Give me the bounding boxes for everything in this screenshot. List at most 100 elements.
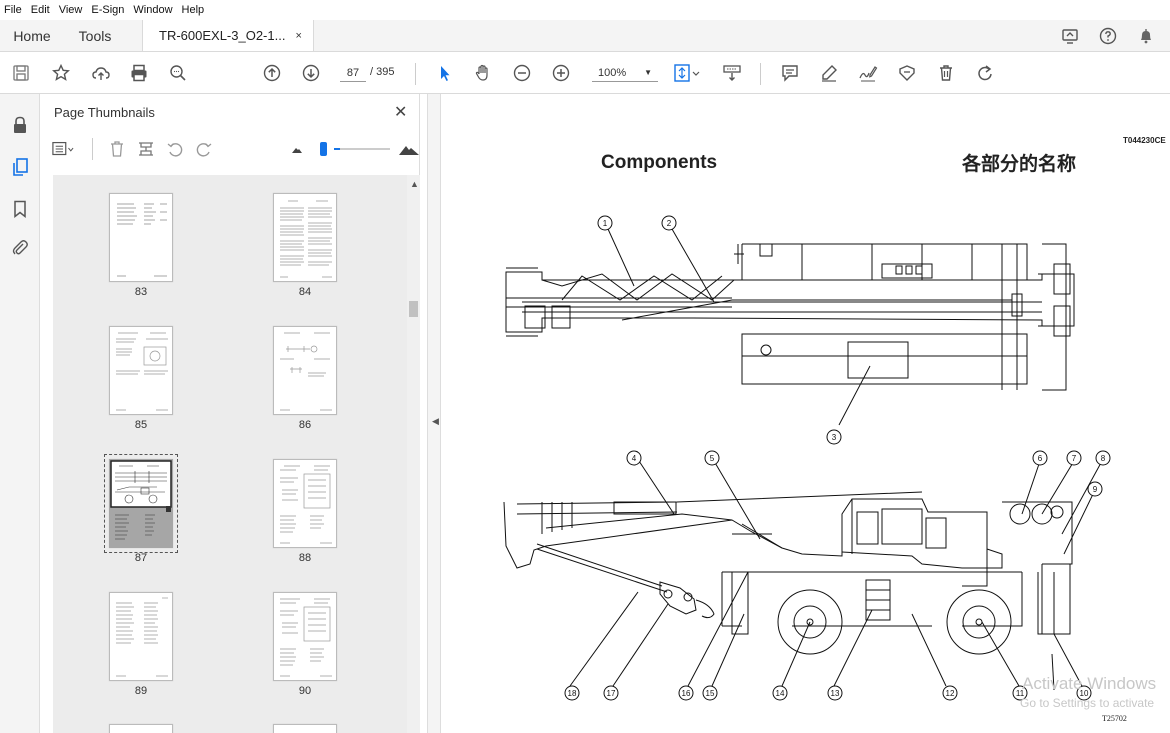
thumbnail-page-number: 87: [134, 552, 148, 564]
callout-6: 6: [1038, 454, 1043, 463]
thumbnail-size-slider-knob[interactable]: [320, 142, 327, 156]
thumbnail-page-number: 84: [298, 286, 312, 298]
callout-4: 4: [632, 454, 637, 463]
callout-15: 15: [706, 689, 715, 698]
bookmark-icon[interactable]: [9, 198, 31, 220]
page-thumbnail[interactable]: [273, 193, 337, 282]
page-thumbnail[interactable]: [109, 326, 173, 415]
thumbnail-page-number: 85: [134, 419, 148, 431]
tab-document[interactable]: TR-600EXL-3_O2-1... ×: [142, 20, 314, 51]
highlight-pen-icon[interactable]: [818, 62, 840, 84]
zoom-in-icon[interactable]: [550, 62, 572, 84]
callout-3: 3: [832, 433, 837, 442]
bookmark-star-icon[interactable]: [50, 62, 72, 84]
delete-trash-icon[interactable]: [935, 62, 957, 84]
page-thumbnails-icon[interactable]: [9, 156, 31, 178]
thumbnail-size-slider[interactable]: [334, 148, 390, 150]
collapse-panel-arrow-icon[interactable]: ◀: [432, 416, 439, 427]
tabbar-actions: [1060, 26, 1156, 46]
zoom-out-icon[interactable]: [511, 62, 533, 84]
page-thumbnail[interactable]: [273, 724, 337, 733]
previous-page-icon[interactable]: [261, 62, 283, 84]
thumbnail-page-number: 88: [298, 552, 312, 564]
main-toolbar: 87 / 395 100% ▼: [0, 53, 1170, 94]
select-cursor-icon[interactable]: [434, 62, 456, 84]
callout-17: 17: [607, 689, 616, 698]
tab-home[interactable]: Home: [0, 20, 64, 51]
scroll-up-arrow-icon[interactable]: ▲: [410, 179, 419, 189]
chevron-down-icon: ▼: [644, 68, 652, 77]
panel-close-button[interactable]: ✕: [394, 102, 407, 122]
callout-1: 1: [603, 219, 608, 228]
page-thumbnail-selected[interactable]: [109, 459, 173, 548]
hand-tool-icon[interactable]: [472, 62, 494, 84]
page-thumbnail[interactable]: [109, 193, 173, 282]
page-thumbnail[interactable]: [273, 592, 337, 681]
page-thumbnail[interactable]: [273, 326, 337, 415]
thumbnails-scrollbar[interactable]: ▲: [407, 175, 420, 733]
large-thumbnails-icon[interactable]: [398, 138, 420, 160]
panel-title: Page Thumbnails: [54, 105, 155, 120]
zoom-level-select[interactable]: 100% ▼: [592, 64, 658, 82]
callout-12: 12: [946, 689, 955, 698]
menu-file[interactable]: File: [4, 4, 22, 16]
draw-signature-icon[interactable]: [857, 62, 879, 84]
menu-bar: File Edit View E-Sign Window Help: [0, 0, 1170, 20]
callout-7: 7: [1072, 454, 1077, 463]
redo-rotate-icon[interactable]: [974, 62, 996, 84]
callout-18: 18: [568, 689, 577, 698]
callout-2: 2: [667, 219, 672, 228]
fit-page-icon[interactable]: [672, 62, 702, 84]
lock-icon[interactable]: [9, 114, 31, 136]
tab-document-label: TR-600EXL-3_O2-1...: [159, 28, 286, 43]
thumbnails-scroll-area[interactable]: 83 84 85 86 87 88 89 90: [53, 175, 407, 733]
acrobat-window: File Edit View E-Sign Window Help Home T…: [0, 0, 1170, 733]
fill-sign-icon[interactable]: [896, 62, 918, 84]
callout-14: 14: [776, 689, 785, 698]
tab-close-button[interactable]: ×: [295, 30, 301, 42]
toolbar-divider: [92, 138, 93, 160]
page-total: / 395: [370, 66, 395, 78]
next-page-icon[interactable]: [300, 62, 322, 84]
rotate-right-icon[interactable]: [193, 138, 215, 160]
activate-windows-subtext: Go to Settings to activate: [1020, 696, 1155, 710]
thumbnail-toolbar: [52, 138, 419, 164]
page-thumbnail[interactable]: [109, 592, 173, 681]
zoom-search-icon[interactable]: [167, 62, 189, 84]
menu-help[interactable]: Help: [182, 4, 205, 16]
slider-fill: [334, 148, 340, 150]
extract-pages-icon[interactable]: [135, 138, 157, 160]
callout-9: 9: [1093, 485, 1098, 494]
callout-16: 16: [682, 689, 691, 698]
rotate-left-icon[interactable]: [164, 138, 186, 160]
menu-edit[interactable]: Edit: [31, 4, 50, 16]
page-number-input[interactable]: 87: [340, 64, 366, 82]
print-icon[interactable]: [128, 62, 150, 84]
share-screen-icon[interactable]: [1060, 26, 1080, 46]
thumbnail-page-number: 90: [298, 685, 312, 697]
save-icon[interactable]: [10, 62, 32, 84]
small-thumbnails-icon[interactable]: [286, 138, 308, 160]
scroll-mode-icon[interactable]: [721, 62, 743, 84]
page-thumbnail[interactable]: [273, 459, 337, 548]
help-icon[interactable]: [1098, 26, 1118, 46]
attachment-paperclip-icon[interactable]: [9, 237, 31, 259]
thumbnail-page-number: 86: [298, 419, 312, 431]
thumbnail-options-icon[interactable]: [52, 138, 74, 160]
callout-13: 13: [831, 689, 840, 698]
crane-components-diagram: 1 2 3 4 5 6 7 8 9 10 11 12 13 14 15 16 1…: [503, 215, 1111, 701]
tab-tools[interactable]: Tools: [64, 20, 126, 51]
activate-windows-watermark: Activate Windows: [1022, 674, 1157, 693]
panel-splitter[interactable]: ◀: [427, 94, 441, 733]
menu-esign[interactable]: E-Sign: [91, 4, 124, 16]
document-page[interactable]: T044230CE Components 各部分的名称 1 2 3 4 5 6 …: [442, 94, 1170, 733]
comment-icon[interactable]: [779, 62, 801, 84]
delete-pages-icon[interactable]: [106, 138, 128, 160]
menu-window[interactable]: Window: [133, 4, 172, 16]
scrollbar-thumb[interactable]: [409, 301, 418, 317]
page-thumbnail[interactable]: [109, 724, 173, 733]
notification-bell-icon[interactable]: [1136, 26, 1156, 46]
callout-8: 8: [1101, 454, 1106, 463]
upload-cloud-icon[interactable]: [90, 62, 112, 84]
menu-view[interactable]: View: [59, 4, 83, 16]
